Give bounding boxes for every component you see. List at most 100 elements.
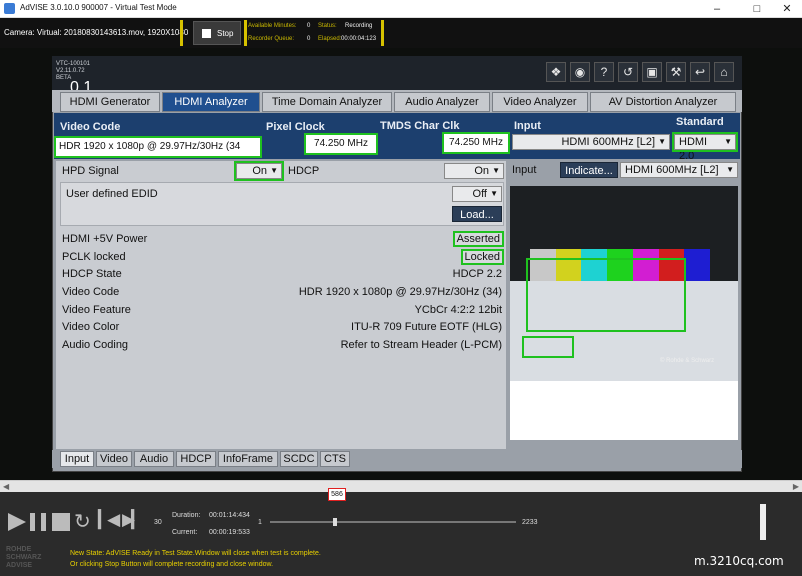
tab-time-domain-analyzer[interactable]: Time Domain Analyzer (262, 92, 392, 112)
standard-select[interactable]: HDMI 2.0 ▼ (672, 132, 738, 162)
wrench-icon[interactable]: ⚒ (666, 62, 686, 82)
position-slider-track[interactable] (270, 521, 516, 523)
pause-icon[interactable] (30, 513, 46, 531)
tmds-value: 74.250 MHz (442, 132, 510, 154)
tab-video-analyzer[interactable]: Video Analyzer (492, 92, 588, 112)
skip-forward-icon[interactable]: ▶▎ (122, 510, 144, 530)
frame-marker[interactable]: 586 (328, 488, 346, 501)
tmds-label: TMDS Char Clk (380, 120, 460, 132)
detection-box (522, 336, 574, 358)
stop-icon (202, 29, 211, 38)
video-preview: © Rohde & Schwarz (510, 186, 738, 440)
indicate-button[interactable]: Indicate... (560, 162, 618, 178)
window-title: AdVISE 3.0.10.0 900007 - Virtual Test Mo… (20, 3, 177, 12)
chevron-down-icon: ▼ (658, 137, 666, 146)
hpd-select[interactable]: On ▼ (234, 161, 284, 181)
range-start: 1 (258, 519, 262, 526)
input2-label: Input (512, 164, 537, 176)
volume-slider[interactable] (760, 504, 766, 540)
device-top-bar (52, 56, 742, 92)
chevron-right-icon[interactable]: ▶ (793, 482, 799, 491)
color-bar (684, 249, 710, 281)
subtab-video[interactable]: Video (96, 451, 132, 467)
site-watermark: m.3210cq.com (694, 554, 784, 568)
preview-watermark: © Rohde & Schwarz (660, 358, 715, 364)
chevron-down-icon: ▼ (726, 165, 734, 174)
available-minutes-value: 0 (307, 23, 311, 29)
info-row: HDMI +5V Power Asserted (62, 231, 505, 247)
fps-value: 30 (154, 519, 162, 526)
home-icon[interactable]: ⌂ (714, 62, 734, 82)
tab-hdmi-analyzer[interactable]: HDMI Analyzer (162, 92, 260, 112)
grid-icon[interactable]: ❖ (546, 62, 566, 82)
tab-audio-analyzer[interactable]: Audio Analyzer (394, 92, 490, 112)
timeline-scrollbar[interactable]: ◀ ▶ (0, 480, 802, 492)
brand-logo: ROHDE SCHWARZ ADVISE (6, 546, 42, 569)
info-row: Video Feature YCbCr 4:2:2 12bit (62, 304, 502, 316)
title-bar: AdVISE 3.0.10.0 900007 - Virtual Test Mo… (0, 0, 802, 18)
info-row: PCLK locked Locked (62, 249, 505, 265)
info-row: HDCP State HDCP 2.2 (62, 268, 502, 280)
replay-icon[interactable]: ↻ (74, 509, 91, 534)
video-code-value: HDR 1920 x 1080p @ 29.97Hz/30Hz (34 (54, 136, 262, 158)
info-row: Video Color ITU-R 709 Future EOTF (HLG) (62, 321, 502, 333)
splitter (180, 20, 183, 46)
back-icon[interactable]: ↩ (690, 62, 710, 82)
elapsed-label: Elapsed: (318, 36, 342, 42)
duration-value: 00:01:14:434 (209, 512, 250, 519)
chevron-down-icon: ▼ (270, 166, 278, 175)
save-icon[interactable]: ▣ (642, 62, 662, 82)
camera-toolbar: Camera: Virtual: 20180830143613.mov, 192… (0, 18, 802, 48)
chevron-down-icon: ▼ (724, 137, 732, 146)
subtab-cts[interactable]: CTS (320, 451, 350, 467)
camera-icon[interactable]: ◉ (570, 62, 590, 82)
detection-box (526, 258, 686, 332)
pixel-clock-value: 74.250 MHz (304, 133, 378, 155)
elapsed-value: 00:00:04:123 (341, 36, 377, 42)
app-icon (4, 3, 15, 14)
hpd-row: HPD Signal (58, 163, 506, 180)
status-value: Recording (345, 23, 373, 29)
minimize-button[interactable]: – (700, 0, 734, 18)
hdcp-select[interactable]: On ▼ (444, 163, 504, 179)
input2-select[interactable]: HDMI 600MHz [L2] ▼ (620, 162, 738, 178)
undo-icon[interactable]: ↺ (618, 62, 638, 82)
subtab-input[interactable]: Input (60, 451, 94, 467)
maximize-button[interactable]: □ (740, 0, 774, 18)
input-label: Input (514, 120, 541, 132)
subtab-audio[interactable]: Audio (134, 451, 174, 467)
status-message-line2: Or clicking Stop Button will complete re… (70, 561, 274, 568)
chevron-down-icon: ▼ (490, 189, 498, 198)
stop-button[interactable]: Stop (193, 21, 241, 45)
recorder-queue-label: Recorder Queue: (248, 36, 295, 42)
close-button[interactable]: ✕ (770, 0, 802, 18)
recorder-queue-value: 0 (307, 36, 311, 42)
video-code-label: Video Code (60, 121, 121, 133)
input-select[interactable]: HDMI 600MHz [L2] ▼ (512, 134, 670, 150)
edid-label: User defined EDID (66, 188, 158, 200)
chevron-left-icon[interactable]: ◀ (3, 482, 9, 491)
skip-back-icon[interactable]: ▎◀ (98, 510, 120, 530)
current-value: 00:00:19:533 (209, 529, 250, 536)
tab-av-distortion-analyzer[interactable]: AV Distortion Analyzer (590, 92, 736, 112)
load-button[interactable]: Load... (452, 206, 502, 222)
available-minutes-label: Available Minutes: (248, 23, 297, 29)
position-slider-handle[interactable] (333, 518, 337, 526)
subtab-scdc[interactable]: SCDC (280, 451, 318, 467)
hdcp-label: HDCP (288, 165, 320, 177)
subtab-hdcp[interactable]: HDCP (176, 451, 216, 467)
stop-playback-icon[interactable] (52, 513, 70, 531)
status-message-line1: New State: AdVISE Ready in Test State.Wi… (70, 550, 321, 557)
splitter (381, 20, 384, 46)
hpd-label: HPD Signal (62, 165, 119, 177)
current-label: Current: (172, 529, 198, 536)
standard-label: Standard (676, 116, 724, 128)
tab-hdmi-generator[interactable]: HDMI Generator (60, 92, 160, 112)
subtab-infoframe[interactable]: InfoFrame (218, 451, 278, 467)
range-end: 2233 (522, 519, 538, 526)
edid-select[interactable]: Off ▼ (452, 186, 502, 202)
info-row: Audio Coding Refer to Stream Header (L-PC… (62, 339, 502, 351)
help-icon[interactable]: ? (594, 62, 614, 82)
camera-label: Camera: Virtual: 20180830143613.mov, 192… (4, 28, 189, 37)
preview-bottom (510, 381, 738, 440)
